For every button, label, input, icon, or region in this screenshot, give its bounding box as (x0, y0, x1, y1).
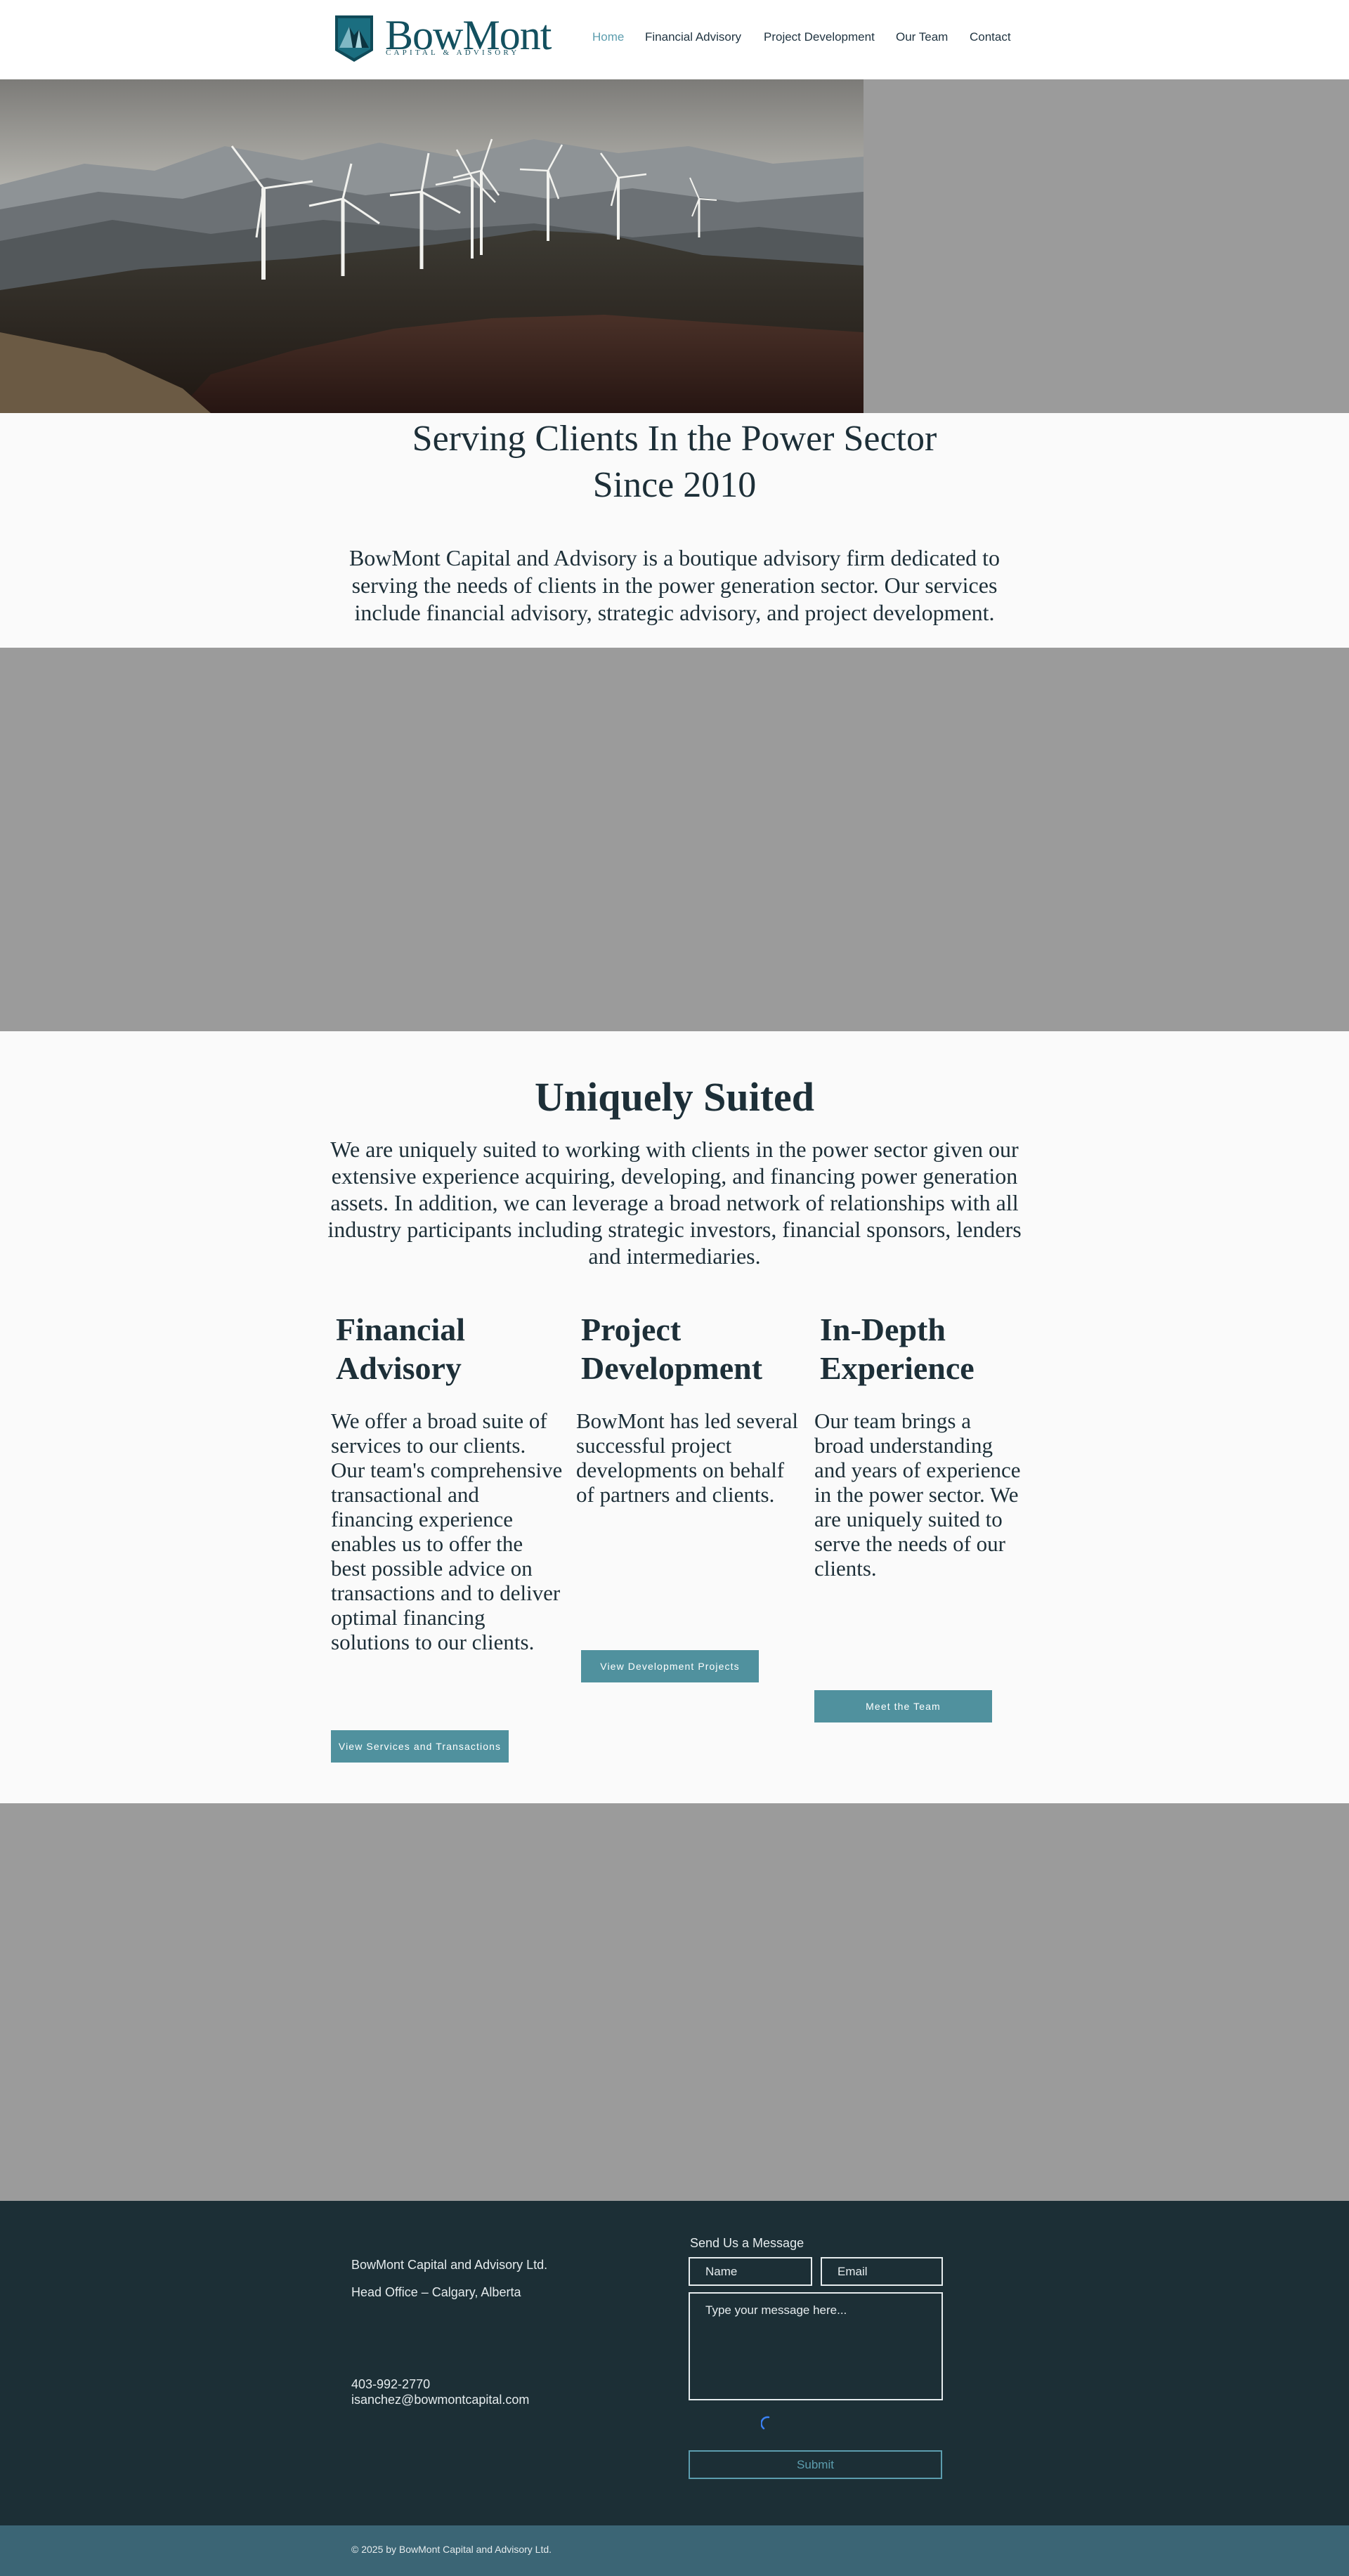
project-development-text: BowMont has led several successful proje… (576, 1408, 798, 1507)
view-services-button[interactable]: View Services and Transactions (331, 1730, 509, 1763)
intro-title: Serving Clients In the Power Sector Sinc… (323, 416, 1026, 509)
contact-footer (0, 2201, 1349, 2525)
meet-the-team-button[interactable]: Meet the Team (814, 1690, 992, 1722)
footer-office: Head Office – Calgary, Alberta (351, 2285, 521, 2299)
loading-spinner-icon (761, 2416, 770, 2430)
nav-our-team[interactable]: Our Team (896, 30, 948, 44)
contact-form-title: Send Us a Message (690, 2236, 804, 2250)
view-development-projects-button[interactable]: View Development Projects (581, 1650, 759, 1682)
message-field[interactable] (689, 2292, 943, 2400)
intro-text: BowMont Capital and Advisory is a boutiq… (348, 545, 1001, 625)
intro-title-line2: Since 2010 (592, 465, 757, 505)
financial-advisory-text: We offer a broad suite of services to ou… (331, 1408, 563, 1654)
financial-advisory-heading: Financial Advisory (336, 1312, 466, 1386)
footer-email[interactable]: isanchez@bowmontcapital.com (351, 2392, 529, 2407)
intro-title-line1: Serving Clients In the Power Sector (412, 419, 937, 459)
nav-financial-advisory[interactable]: Financial Advisory (645, 30, 741, 44)
uniquely-suited-text: We are uniquely suited to working with c… (327, 1137, 1022, 1269)
uniquely-suited-title: Uniquely Suited (534, 1074, 815, 1120)
email-field[interactable] (821, 2257, 943, 2286)
footer-phone[interactable]: 403-992-2770 (351, 2376, 430, 2392)
copyright-text: © 2025 by BowMont Capital and Advisory L… (351, 2544, 552, 2555)
submit-button[interactable]: Submit (689, 2450, 942, 2479)
nav-project-development[interactable]: Project Development (764, 30, 875, 44)
project-development-heading: Project Development (581, 1312, 763, 1386)
hero-image-wind-turbines (0, 79, 864, 413)
nav-contact[interactable]: Contact (970, 30, 1011, 44)
bottom-bar (0, 2525, 1349, 2576)
in-depth-experience-text: Our team brings a broad understanding an… (814, 1408, 1021, 1581)
in-depth-experience-heading: In-Depth Experience (820, 1312, 975, 1386)
nav-home[interactable]: Home (592, 30, 624, 44)
brand-tagline: CAPITAL & ADVISORY (386, 48, 520, 57)
mountain-logo-icon[interactable] (334, 14, 374, 63)
footer-company-name: BowMont Capital and Advisory Ltd. (351, 2258, 548, 2272)
name-field[interactable] (689, 2257, 812, 2286)
